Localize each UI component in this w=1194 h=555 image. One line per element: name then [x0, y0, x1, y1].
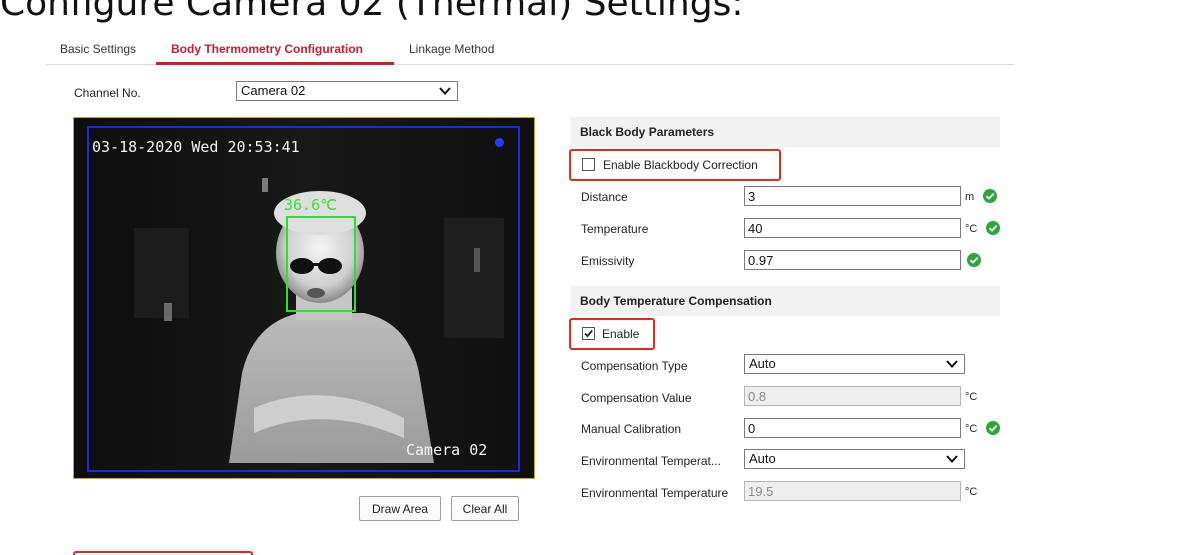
manual-calibration-label: Manual Calibration: [581, 422, 682, 436]
thermal-video-preview[interactable]: 03-18-2020 Wed 20:53:41 36.6℃ Camera 02: [73, 117, 535, 479]
compensation-type-label: Compensation Type: [581, 359, 688, 373]
chevron-down-icon: [946, 360, 958, 368]
valid-check-icon: [986, 421, 1000, 435]
osd-timestamp: 03-18-2020 Wed 20:53:41: [92, 138, 300, 156]
tab-linkage-method[interactable]: Linkage Method: [409, 42, 494, 56]
tab-body-thermometry-configuration[interactable]: Body Thermometry Configuration: [171, 42, 363, 56]
valid-check-icon: [986, 221, 1000, 235]
distance-label: Distance: [581, 190, 628, 204]
compensation-value-label: Compensation Value: [581, 391, 692, 405]
manual-calibration-unit: °C: [965, 423, 978, 435]
blackbody-highlight-box: [569, 149, 781, 181]
page-title: Configure Camera 02 (Thermal) Settings:: [0, 0, 744, 24]
face-detection-box: [286, 216, 356, 312]
temperature-input[interactable]: [744, 218, 961, 238]
active-tab-indicator: [156, 62, 394, 65]
channel-select-value: Camera 02: [241, 83, 306, 98]
manual-calibration-input[interactable]: [744, 418, 961, 438]
environmental-mode-value: Auto: [749, 451, 776, 466]
tab-bar: Basic Settings Body Thermometry Configur…: [46, 38, 1014, 65]
recording-indicator: [495, 138, 504, 147]
temperature-unit: °C: [965, 223, 978, 235]
clear-all-button[interactable]: Clear All: [451, 496, 519, 521]
valid-check-icon: [967, 253, 981, 267]
compensation-type-select[interactable]: Auto: [744, 354, 965, 374]
compensation-value-unit: °C: [965, 391, 978, 403]
bottom-highlight-box: [73, 551, 253, 555]
osd-camera-name: Camera 02: [406, 441, 488, 459]
channel-select[interactable]: Camera 02: [236, 81, 458, 101]
compensation-type-value: Auto: [749, 356, 776, 371]
emissivity-label: Emissivity: [581, 254, 635, 268]
environmental-temperature-unit: °C: [965, 486, 978, 498]
environmental-mode-select[interactable]: Auto: [744, 449, 965, 469]
channel-label: Channel No.: [74, 86, 141, 100]
compensation-highlight-box: [569, 318, 655, 350]
draw-area-button[interactable]: Draw Area: [359, 496, 441, 521]
valid-check-icon: [983, 189, 997, 203]
emissivity-input[interactable]: [744, 250, 961, 270]
compensation-section-header: Body Temperature Compensation: [570, 286, 1000, 316]
distance-unit: m: [965, 191, 975, 203]
blackbody-section-header: Black Body Parameters: [570, 117, 1000, 147]
face-temperature-label: 36.6℃: [284, 196, 337, 214]
distance-input[interactable]: [744, 186, 961, 206]
environmental-mode-label: Environmental Temperat...: [581, 454, 721, 468]
environmental-temperature-label: Environmental Temperature: [581, 486, 729, 500]
environmental-temperature-input: [744, 481, 961, 501]
chevron-down-icon: [439, 87, 451, 95]
chevron-down-icon: [946, 455, 958, 463]
tab-basic-settings[interactable]: Basic Settings: [60, 42, 136, 56]
compensation-value-input: [744, 386, 961, 406]
temperature-label: Temperature: [581, 222, 649, 236]
